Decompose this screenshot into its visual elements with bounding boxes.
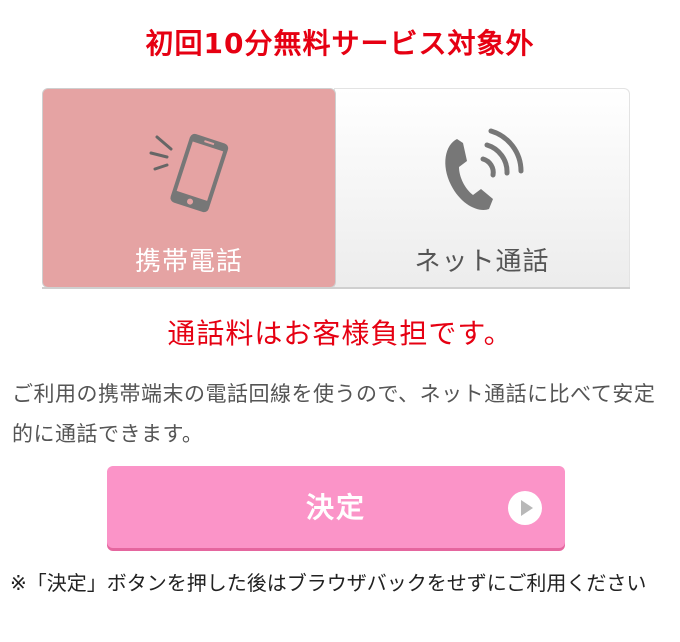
decide-button-label: 決定 <box>305 491 366 524</box>
decide-button[interactable]: 決定 <box>107 466 565 548</box>
smartphone-icon <box>149 133 229 213</box>
play-circle-icon <box>508 491 542 525</box>
option-mobile-phone[interactable]: 携帯電話 <box>42 88 336 288</box>
call-method-page: 初回10分無料サービス対象外 携帯電話 ネット通話 通話料はお客様負担です。 ご… <box>0 0 680 642</box>
option-mobile-label: 携帯電話 <box>134 247 243 277</box>
fee-note: 通話料はお客様負担です。 <box>167 317 513 350</box>
option-net-call[interactable]: ネット通話 <box>334 88 630 288</box>
free-service-excluded-headline: 初回10分無料サービス対象外 <box>145 27 535 60</box>
phone-handset-icon <box>445 128 524 210</box>
call-method-options: 携帯電話 ネット通話 <box>42 88 630 288</box>
option-description: ご利用の携帯端末の電話回線を使うので、ネット通話に比べて安定的に通話できます。 <box>12 382 656 446</box>
option-net-label: ネット通話 <box>414 247 550 277</box>
browser-back-warning: ※「決定」ボタンを押した後はブラウザバックをせずにご利用ください <box>10 571 647 595</box>
